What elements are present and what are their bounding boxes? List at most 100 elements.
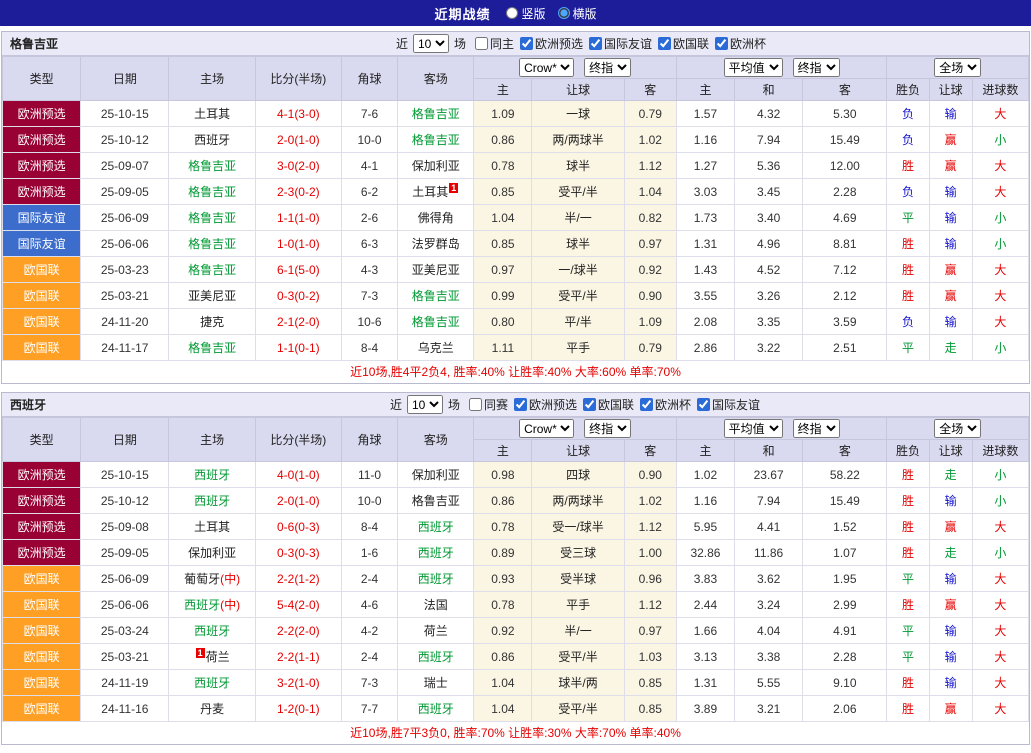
match-score[interactable]: 2-2(2-0) [255,618,341,644]
match-score[interactable]: 1-2(0-1) [255,696,341,722]
team-name[interactable]: 法国 [424,598,448,612]
filter-checkbox[interactable]: 同赛 [469,396,508,413]
match-score[interactable]: 2-0(1-0) [255,127,341,153]
team-name[interactable]: 荷兰 [424,624,448,638]
odds2-source-select[interactable]: 平均值 [724,419,783,438]
filter-checkbox-input[interactable] [469,398,482,411]
team-name[interactable]: 保加利亚 [188,546,236,560]
match-score[interactable]: 6-1(5-0) [255,257,341,283]
odds2-stage-select[interactable]: 终指 [793,419,840,438]
team-name[interactable]: 格鲁吉亚 [188,341,236,355]
team-name[interactable]: 捷克 [200,315,224,329]
filter-checkbox-input[interactable] [475,37,488,50]
scope-select[interactable]: 全场 [934,58,981,77]
filter-checkbox-input[interactable] [640,398,653,411]
team-name[interactable]: 土耳其 [194,520,230,534]
team-name[interactable]: 西班牙 [194,624,230,638]
team-name[interactable]: 保加利亚 [412,159,460,173]
odds1-source-select[interactable]: Crow* [519,58,574,77]
match-score[interactable]: 4-0(1-0) [255,462,341,488]
match-score[interactable]: 0-3(0-2) [255,283,341,309]
team-name[interactable]: 西班牙 [418,546,454,560]
team-name[interactable]: 西班牙 [194,494,230,508]
team-name[interactable]: 格鲁吉亚 [188,237,236,251]
team-name[interactable]: 西班牙 [184,598,220,612]
filter-checkbox[interactable]: 欧洲预选 [520,35,583,52]
team-name[interactable]: 西班牙 [418,702,454,716]
layout-radio-input[interactable] [558,7,570,19]
team-name[interactable]: 格鲁吉亚 [188,159,236,173]
match-score[interactable]: 0-3(0-3) [255,540,341,566]
team-name[interactable]: 土耳其 [194,107,230,121]
team-name[interactable]: 格鲁吉亚 [412,133,460,147]
team-name[interactable]: 西班牙 [418,520,454,534]
match-score[interactable]: 2-0(1-0) [255,488,341,514]
filter-checkbox[interactable]: 国际友谊 [697,396,760,413]
team-name[interactable]: 瑞士 [424,676,448,690]
odds2-stage-select[interactable]: 终指 [793,58,840,77]
result-handicap: 赢 [929,127,972,153]
layout-radio-option[interactable]: 竖版 [506,5,545,22]
match-score[interactable]: 2-2(1-1) [255,644,341,670]
odds2-away-value: 9.10 [803,670,887,696]
team-name[interactable]: 格鲁吉亚 [412,107,460,121]
filter-checkbox[interactable]: 欧国联 [583,396,634,413]
team-name[interactable]: 葡萄牙 [184,572,220,586]
filter-checkbox-input[interactable] [520,37,533,50]
team-name[interactable]: 亚美尼亚 [188,289,236,303]
team-name[interactable]: 格鲁吉亚 [412,315,460,329]
filter-checkbox-input[interactable] [514,398,527,411]
filter-checkbox[interactable]: 欧洲预选 [514,396,577,413]
team-name[interactable]: 西班牙 [418,650,454,664]
filter-checkbox-input[interactable] [658,37,671,50]
team-name[interactable]: 格鲁吉亚 [412,494,460,508]
odds1-stage-select[interactable]: 终指 [584,419,631,438]
corner-score: 7-3 [341,670,397,696]
team-name[interactable]: 格鲁吉亚 [412,289,460,303]
layout-radio-input[interactable] [506,7,518,19]
team-name[interactable]: 格鲁吉亚 [188,211,236,225]
team-name[interactable]: 佛得角 [418,211,454,225]
team-name[interactable]: 丹麦 [200,702,224,716]
team-name[interactable]: 保加利亚 [412,468,460,482]
match-score[interactable]: 5-4(2-0) [255,592,341,618]
filter-checkbox[interactable]: 同主 [475,35,514,52]
match-score[interactable]: 2-1(2-0) [255,309,341,335]
match-score[interactable]: 1-1(0-1) [255,335,341,361]
filter-checkbox-input[interactable] [589,37,602,50]
match-score[interactable]: 3-2(1-0) [255,670,341,696]
match-score[interactable]: 2-3(0-2) [255,179,341,205]
odds2-source-select[interactable]: 平均值 [724,58,783,77]
recent-count-select[interactable]: 10 [413,34,449,53]
handicap-line: 受平/半 [532,696,624,722]
filter-checkbox-input[interactable] [697,398,710,411]
match-score[interactable]: 2-2(1-2) [255,566,341,592]
filter-checkbox-input[interactable] [583,398,596,411]
match-score[interactable]: 1-0(1-0) [255,231,341,257]
match-score[interactable]: 4-1(3-0) [255,101,341,127]
filter-checkbox[interactable]: 欧洲杯 [715,35,766,52]
recent-count-select[interactable]: 10 [407,395,443,414]
team-name[interactable]: 西班牙 [418,572,454,586]
odds1-source-select[interactable]: Crow* [519,419,574,438]
filter-checkbox[interactable]: 国际友谊 [589,35,652,52]
filter-checkbox-input[interactable] [715,37,728,50]
team-name[interactable]: 西班牙 [194,133,230,147]
team-name[interactable]: 西班牙 [194,676,230,690]
match-score[interactable]: 1-1(1-0) [255,205,341,231]
team-name[interactable]: 荷兰 [206,650,230,664]
filter-checkbox[interactable]: 欧国联 [658,35,709,52]
team-name[interactable]: 土耳其 [412,185,448,199]
match-score[interactable]: 3-0(2-0) [255,153,341,179]
team-name[interactable]: 乌克兰 [418,341,454,355]
team-name[interactable]: 西班牙 [194,468,230,482]
team-name[interactable]: 亚美尼亚 [412,263,460,277]
team-name[interactable]: 法罗群岛 [412,237,460,251]
layout-radio-option[interactable]: 横版 [558,5,597,22]
team-name[interactable]: 格鲁吉亚 [188,263,236,277]
odds1-stage-select[interactable]: 终指 [584,58,631,77]
team-name[interactable]: 格鲁吉亚 [188,185,236,199]
filter-checkbox[interactable]: 欧洲杯 [640,396,691,413]
match-score[interactable]: 0-6(0-3) [255,514,341,540]
scope-select[interactable]: 全场 [934,419,981,438]
